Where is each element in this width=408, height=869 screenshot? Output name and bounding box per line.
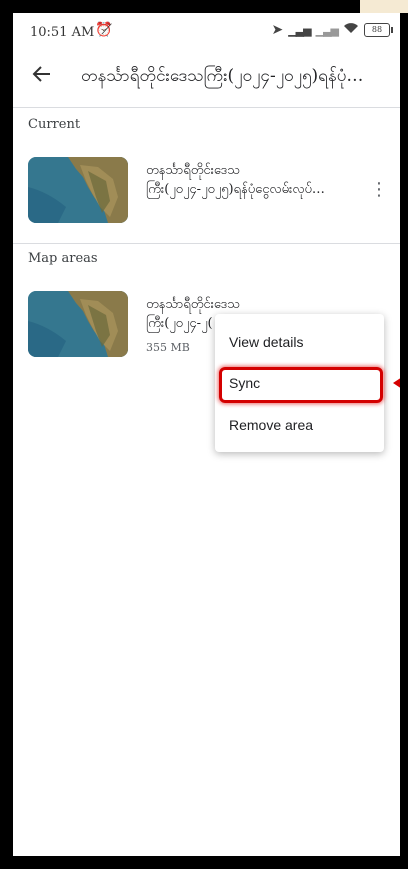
- section-map-areas-label: Map areas: [28, 251, 98, 266]
- pointer-arrow-icon: [391, 369, 400, 397]
- current-map-title-line2: ကြီး(၂၀၂၄-၂၀၂၅)ရန်ပုံငွေလမ်းလုပ်…: [146, 182, 325, 197]
- frame-corner: [360, 0, 408, 13]
- section-divider: [13, 243, 400, 244]
- wifi-icon: [343, 22, 359, 38]
- more-vert-icon[interactable]: ⋮: [370, 177, 388, 203]
- current-map-title: တနင်္သာရီတိုင်းဒေသ ကြီး(၂၀၂၄-၂၀၂၅)ရန်ပုံ…: [146, 161, 356, 199]
- frame-bottom: [0, 856, 408, 869]
- map-area-thumbnail: [28, 291, 128, 357]
- app-bar: တနင်္သာရီတိုင်းဒေသကြီး(၂၀၂၄-၂၀၂၅)ရန်ပုံ…: [13, 53, 400, 103]
- header-divider: [13, 107, 400, 108]
- phone-screen: 10:51 AM ⏰̸ ➤ ▁▃▅ ▁▃▅ 88 တနင်္သာရီတိုင်း…: [13, 13, 400, 856]
- battery-icon: 88: [364, 23, 393, 37]
- signal-icon: ▁▃▅: [288, 23, 311, 37]
- status-icons: ➤ ▁▃▅ ▁▃▅ 88: [271, 22, 393, 38]
- current-map-title-line1: တနင်္သာရီတိုင်းဒေသ: [146, 163, 240, 178]
- frame-left: [0, 0, 13, 869]
- alarm-muted-icon: ⏰̸: [95, 22, 113, 38]
- status-time: 10:51 AM: [30, 25, 95, 40]
- frame-right: [400, 13, 408, 869]
- frame-top: [0, 0, 408, 13]
- sync-highlight-box: [219, 367, 383, 403]
- signal-2-icon: ▁▃▅: [315, 23, 339, 37]
- location-arrow-icon: ➤: [271, 22, 284, 38]
- map-thumbnail: [28, 157, 128, 223]
- menu-item-remove-area[interactable]: Remove area: [215, 405, 384, 445]
- menu-item-view-details[interactable]: View details: [215, 322, 384, 362]
- map-area-title-line1: တနင်္သာရီတိုင်းဒေသ: [146, 297, 240, 312]
- section-current-label: Current: [28, 117, 81, 132]
- current-map-item[interactable]: တနင်္သာရီတိုင်းဒေသ ကြီး(၂၀၂၄-၂၀၂၅)ရန်ပုံ…: [13, 157, 400, 227]
- back-arrow-icon[interactable]: [29, 63, 55, 89]
- page-title: တနင်္သာရီတိုင်းဒေသကြီး(၂၀၂၄-၂၀၂၅)ရန်ပုံ…: [81, 66, 364, 86]
- map-area-size: 355 MB: [146, 341, 190, 354]
- status-bar: 10:51 AM ⏰̸ ➤ ▁▃▅ ▁▃▅ 88: [13, 13, 400, 51]
